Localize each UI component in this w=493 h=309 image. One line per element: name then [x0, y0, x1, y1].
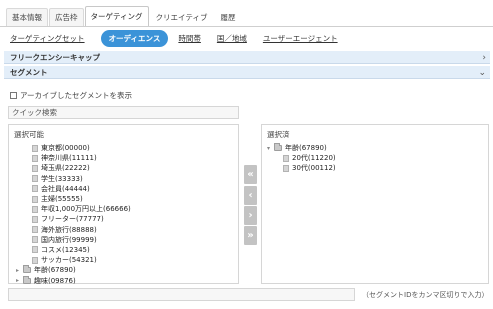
document-icon [32, 164, 38, 172]
tree-item[interactable]: フリーター(77777) [9, 214, 238, 224]
document-icon [32, 175, 38, 183]
document-icon [32, 236, 38, 244]
chevron-down-icon: ⌄ [478, 67, 486, 78]
quick-search-input[interactable]: クイック検索 [8, 106, 239, 119]
tree-item[interactable]: サッカー(54321) [9, 255, 238, 265]
available-tree: 東京都(00000) 神奈川県(11111) 埼玉県(22222) 学生(333… [9, 143, 238, 286]
subtab-targeting-set[interactable]: ターゲティングセット [10, 33, 85, 44]
tab-creative[interactable]: クリエイティブ [150, 8, 214, 26]
tree-item[interactable]: コスメ(12345) [9, 245, 238, 255]
tree-item-label: 埼玉県(22222) [41, 164, 90, 173]
tree-item-label: 主婦(55555) [41, 195, 83, 204]
collapse-arrow-icon[interactable]: ▾ [267, 145, 274, 152]
tab-targeting[interactable]: ターゲティング [84, 6, 149, 26]
subtab-user-agent[interactable]: ユーザーエージェント [263, 33, 338, 44]
tree-item[interactable]: 国内旅行(99999) [9, 235, 238, 245]
document-icon [283, 164, 289, 172]
folder-icon [23, 275, 31, 284]
subtab-country-region[interactable]: 国／地域 [217, 33, 247, 44]
selected-segments-panel: 選択済 ▾ 年齢(67890) 20代(11220) 30代(00112) [261, 124, 489, 284]
tree-item-label: 会社員(44444) [41, 184, 90, 193]
tree-item[interactable]: 海外旅行(88888) [9, 225, 238, 235]
tab-divider [0, 26, 493, 27]
tree-item-label: サッカー(54321) [41, 256, 97, 265]
tree-folder[interactable]: ▸ 年齢(67890) [9, 265, 238, 275]
tree-item-label: 国内旅行(99999) [41, 235, 97, 244]
tab-basic-info[interactable]: 基本情報 [6, 8, 48, 26]
subtab-audience[interactable]: オーディエンス [100, 29, 169, 47]
tree-item-label: 神奈川県(11111) [41, 154, 97, 163]
folder-icon [23, 265, 31, 274]
selected-panel-title: 選択済 [267, 130, 290, 139]
tab-ad-slot[interactable]: 広告枠 [49, 8, 84, 26]
tree-folder[interactable]: ▾ 年齢(67890) [262, 143, 488, 153]
tree-item-label: 20代(11220) [292, 154, 336, 163]
document-icon [32, 195, 38, 203]
frequency-cap-label: フリークエンシーキャップ [10, 52, 100, 62]
tree-item-label: 海外旅行(88888) [41, 225, 97, 234]
move-all-right-button[interactable]: » [244, 226, 257, 245]
tree-folder-label: 年齢(67890) [285, 144, 327, 153]
tree-item-label: 東京都(00000) [41, 144, 90, 153]
move-all-left-button[interactable]: « [244, 165, 257, 184]
available-segments-panel: 選択可能 東京都(00000) 神奈川県(11111) 埼玉県(22222) 学… [8, 124, 239, 286]
selected-tree: ▾ 年齢(67890) 20代(11220) 30代(00112) [262, 143, 488, 174]
tree-folder-label: 趣味(09876) [34, 276, 76, 285]
document-icon [283, 154, 289, 162]
subtab-time-slot[interactable]: 時間帯 [178, 33, 201, 44]
document-icon [32, 205, 38, 213]
segment-id-hint: （セグメントIDをカンマ区切りで入力） [362, 291, 489, 299]
segment-section-header[interactable]: セグメント ⌄ [4, 66, 490, 79]
segment-label: セグメント [10, 67, 48, 77]
tree-item[interactable]: 20代(11220) [262, 153, 488, 163]
tree-item-label: 学生(33333) [41, 174, 83, 183]
expand-arrow-icon[interactable]: ▸ [16, 277, 23, 284]
move-left-button[interactable]: ‹ [244, 186, 257, 205]
tree-item-label: 30代(00112) [292, 164, 336, 173]
document-icon [32, 185, 38, 193]
sub-tab-bar: ターゲティングセット オーディエンス 時間帯 国／地域 ユーザーエージェント [10, 29, 354, 47]
chevron-right-icon: › [482, 52, 486, 63]
document-icon [32, 256, 38, 264]
tree-item[interactable]: 年収1,000万円以上(66666) [9, 204, 238, 214]
tree-item[interactable]: 東京都(00000) [9, 143, 238, 153]
document-icon [32, 215, 38, 223]
folder-icon [274, 143, 282, 152]
move-right-button[interactable]: › [244, 206, 257, 225]
tree-item[interactable]: 神奈川県(11111) [9, 153, 238, 163]
frequency-cap-section-header[interactable]: フリークエンシーキャップ › [4, 51, 490, 64]
available-panel-title: 選択可能 [14, 130, 44, 139]
segment-id-input[interactable] [8, 288, 355, 301]
tab-history[interactable]: 履歴 [214, 8, 241, 26]
document-icon [32, 144, 38, 152]
show-archived-label: アーカイブしたセグメントを表示 [20, 91, 133, 100]
tree-item[interactable]: 埼玉県(22222) [9, 163, 238, 173]
tree-item[interactable]: 会社員(44444) [9, 184, 238, 194]
tree-folder[interactable]: ▸ 趣味(09876) [9, 275, 238, 285]
tree-item-label: コスメ(12345) [41, 245, 90, 254]
document-icon [32, 246, 38, 254]
tree-item-label: 年収1,000万円以上(66666) [41, 205, 131, 214]
tree-item[interactable]: 学生(33333) [9, 174, 238, 184]
top-tab-bar: 基本情報 広告枠 ターゲティング クリエイティブ 履歴 [6, 6, 242, 26]
expand-arrow-icon[interactable]: ▸ [16, 267, 23, 274]
show-archived-checkbox[interactable] [10, 92, 17, 99]
tree-folder-label: 年齢(67890) [34, 266, 76, 275]
document-icon [32, 154, 38, 162]
tree-item-label: フリーター(77777) [41, 215, 104, 224]
tree-item[interactable]: 30代(00112) [262, 163, 488, 173]
tree-item[interactable]: 主婦(55555) [9, 194, 238, 204]
document-icon [32, 226, 38, 234]
show-archived-option[interactable]: アーカイブしたセグメントを表示 [10, 90, 132, 101]
